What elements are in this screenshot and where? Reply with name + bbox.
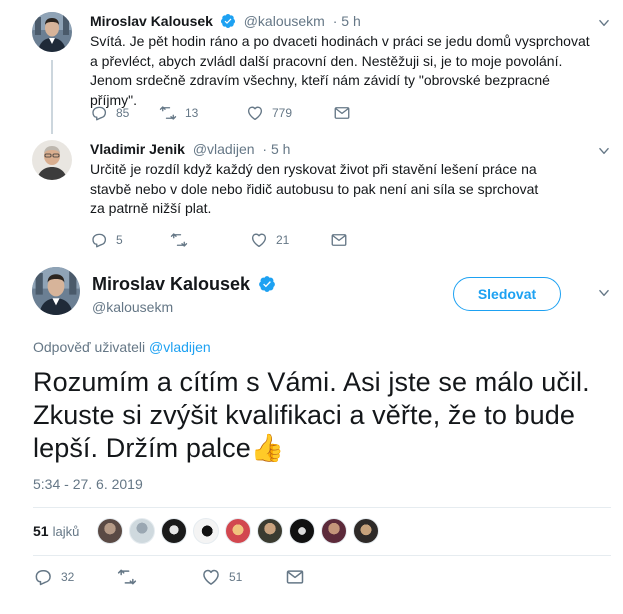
message-button[interactable] [333,104,351,122]
reply-icon [90,231,108,249]
tweet-header: Miroslav Kalousek @kalousekm · 5 h [90,13,361,29]
liker-avatar[interactable] [129,518,156,544]
caret-down-icon[interactable] [597,286,611,300]
liker-avatar[interactable] [193,518,220,544]
tweet-text: Určitě je rozdíl když každý den ryskovat… [90,161,539,216]
avatar[interactable] [32,267,80,315]
tweet-header: Vladimir Jenik @vladijen · 5 h [90,141,290,157]
avatar[interactable] [32,140,72,180]
retweet-button[interactable] [117,567,201,587]
like-button[interactable]: 779 [246,104,333,122]
author-handle[interactable]: @kalousekm [92,299,173,315]
like-count: 21 [276,233,290,247]
follow-button[interactable]: Sledovat [453,277,561,311]
likes-summary[interactable]: 51 lajků [33,516,380,546]
reply-button[interactable]: 85 [90,104,159,122]
thread-connector [51,60,53,134]
liker-avatar[interactable] [97,518,124,544]
like-count: 51 [229,570,243,584]
like-icon [246,104,264,122]
avatar[interactable] [32,12,72,52]
message-icon [285,567,305,587]
thumbs-up-emoji: 👍 [250,433,285,463]
like-icon [250,231,268,249]
reply-count: 32 [61,570,75,584]
reply-prefix: Odpověď uživateli [33,339,146,355]
tweet-text-body: Rozumím a cítím s Vámi. Asi jste se málo… [33,367,590,463]
message-button[interactable] [330,231,348,249]
author-handle[interactable]: @vladijen [193,141,255,157]
caret-down-icon[interactable] [597,16,611,30]
liker-avatar[interactable] [225,518,252,544]
tweet-text: Rozumím a cítím s Vámi. Asi jste se málo… [33,366,603,465]
reply-handle-link[interactable]: @vladijen [149,339,211,355]
message-button[interactable] [285,567,305,587]
reply-count: 5 [116,233,123,247]
verified-badge-icon [220,13,236,29]
reply-icon [90,104,108,122]
like-count: 779 [272,106,293,120]
likes-count: 51 [33,523,49,539]
liker-avatar[interactable] [289,518,316,544]
liker-avatar[interactable] [353,518,380,544]
reply-button[interactable]: 32 [33,567,117,587]
reply-count: 85 [116,106,130,120]
author-name-text: Miroslav Kalousek [92,274,251,294]
caret-down-icon[interactable] [597,144,611,158]
like-button[interactable]: 21 [250,231,330,249]
reply-context: Odpověď uživateli @vladijen [33,339,211,355]
retweet-icon [170,231,188,249]
verified-badge-icon [258,275,276,293]
tweet-actions: 32 51 [33,567,305,587]
like-button[interactable]: 51 [201,567,285,587]
author-name[interactable]: Vladimir Jenik [90,141,185,157]
divider [33,507,611,508]
retweet-button[interactable]: 13 [159,104,246,122]
liker-avatar[interactable] [257,518,284,544]
author-handle[interactable]: @kalousekm [244,13,325,29]
tweet-time[interactable]: · 5 h [333,13,361,29]
liker-avatar[interactable] [321,518,348,544]
tweet-text: Svítá. Je pět hodin ráno a po dvaceti ho… [90,33,590,108]
reply-button[interactable]: 5 [90,231,170,249]
tweet-time[interactable]: · 5 h [262,141,290,157]
tweet-timestamp[interactable]: 5:34 - 27. 6. 2019 [33,476,143,492]
message-icon [330,231,348,249]
likes-label: lajků [52,523,80,539]
tweet-actions: 85 13 779 [90,103,351,123]
author-name[interactable]: Miroslav Kalousek [90,13,213,29]
reply-icon [33,567,53,587]
author-name[interactable]: Miroslav Kalousek [92,274,276,295]
retweet-icon [159,104,177,122]
tweet-actions: 5 21 [90,230,348,250]
divider [33,555,611,556]
message-icon [333,104,351,122]
retweet-button[interactable] [170,231,250,249]
retweet-icon [117,567,137,587]
liker-avatar[interactable] [161,518,188,544]
retweet-count: 13 [185,106,199,120]
like-icon [201,567,221,587]
